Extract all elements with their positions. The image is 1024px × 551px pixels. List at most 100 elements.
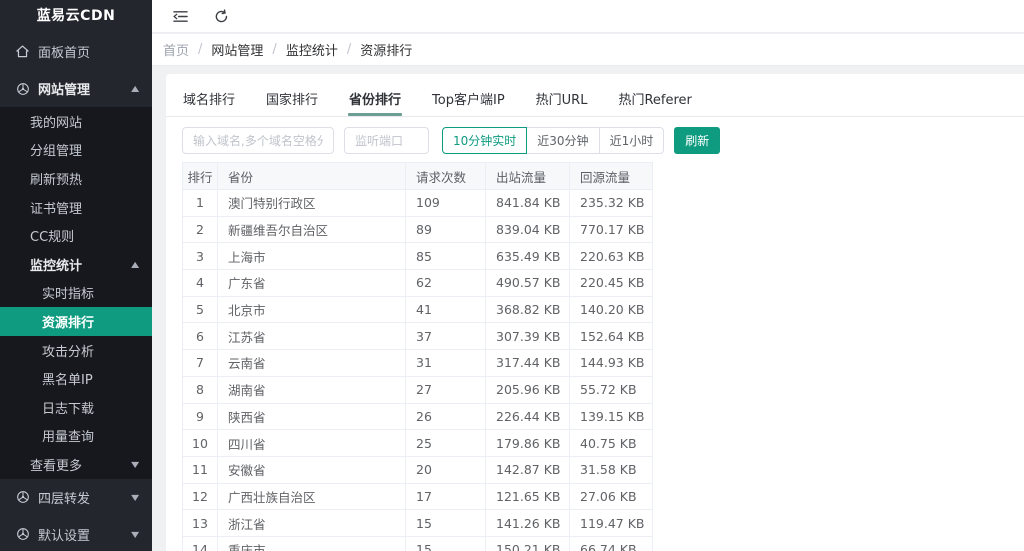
tab-域名排行[interactable]: 域名排行 xyxy=(182,88,236,116)
requests-cell: 15 xyxy=(405,509,486,537)
tabs-bar: 域名排行 国家排行 省份排行 Top客户端IP 热门URL 热门Referer xyxy=(166,88,1024,117)
origin-cell: 55.72 KB xyxy=(569,375,653,404)
sidebar-item-label: 默认设置 xyxy=(38,528,91,544)
requests-cell: 37 xyxy=(405,322,486,351)
province-cell: 重庆市 xyxy=(217,535,406,551)
home-icon xyxy=(15,44,30,59)
rank-cell: 5 xyxy=(182,295,218,324)
sidebar-item-分组管理[interactable]: 分组管理 xyxy=(0,135,152,165)
requests-cell: 27 xyxy=(405,375,486,404)
chevron-down-icon: ▼ xyxy=(130,529,139,539)
sidebar-item-网站管理[interactable]: 网站管理 ▲ xyxy=(0,70,152,107)
province-cell: 北京市 xyxy=(217,295,406,324)
sidebar-item-label: 四层转发 xyxy=(38,491,91,507)
sidebar: 蓝易云CDN 面板首页 网站管理 ▲ 我的网站 分组管理 刷新预热 证书管理 CC规则 监控统计… xyxy=(0,0,152,551)
sidebar-item-刷新预热[interactable]: 刷新预热 xyxy=(0,164,152,193)
rank-cell: 13 xyxy=(182,509,218,537)
egress-cell: 307.39 KB xyxy=(485,322,570,351)
origin-cell: 235.32 KB xyxy=(569,189,653,217)
tab-省份排行[interactable]: 省份排行 xyxy=(348,88,403,116)
sidebar-item-实时指标[interactable]: 实时指标 xyxy=(0,278,152,308)
rank-cell: 4 xyxy=(182,269,218,297)
origin-cell: 119.47 KB xyxy=(569,509,653,537)
table-body: 1 澳门特别行政区 109 841.84 KB 235.32 KB 2 新疆维吾尔自治区 89… xyxy=(182,189,653,551)
sidebar-item-资源排行[interactable]: 资源排行 xyxy=(0,307,152,336)
app-title: 蓝易云CDN xyxy=(36,8,116,24)
requests-cell: 41 xyxy=(405,295,486,324)
rank-cell: 6 xyxy=(182,322,218,351)
rank-cell: 10 xyxy=(182,429,218,457)
origin-cell: 152.64 KB xyxy=(569,322,653,351)
table-row: 1 澳门特别行政区 109 841.84 KB 235.32 KB xyxy=(182,189,653,217)
table-row: 14 重庆市 15 150.21 KB 66.74 KB xyxy=(182,535,653,551)
rank-cell: 14 xyxy=(182,535,218,551)
tab-热门Referer[interactable]: 热门Referer xyxy=(617,88,692,116)
rank-cell: 9 xyxy=(182,402,218,431)
table-row: 6 江苏省 37 307.39 KB 152.64 KB xyxy=(182,322,653,351)
time-button-10分钟实时[interactable]: 10分钟实时 xyxy=(442,127,528,154)
sidebar-item-我的网站[interactable]: 我的网站 xyxy=(0,107,152,136)
requests-cell: 25 xyxy=(405,429,486,457)
table-row: 8 湖南省 27 205.96 KB 55.72 KB xyxy=(182,375,653,404)
sidebar-item-label: 黑名单IP xyxy=(42,373,93,389)
table-row: 11 安徽省 20 142.87 KB 31.58 KB xyxy=(182,455,653,484)
rank-cell: 12 xyxy=(182,482,218,511)
chevron-up-icon: ▲ xyxy=(130,84,139,93)
rank-cell: 3 xyxy=(182,242,218,271)
breadcrumb-item-资源排行[interactable]: 资源排行 xyxy=(360,40,412,59)
refresh-button[interactable]: 刷新 xyxy=(674,127,721,154)
tabs: 域名排行 国家排行 省份排行 Top客户端IP 热门URL 热门Referer xyxy=(182,88,1008,116)
content-card: 域名排行 国家排行 省份排行 Top客户端IP 热门URL 热门Referer 10分钟实… xyxy=(166,74,1024,551)
origin-cell: 220.45 KB xyxy=(569,269,653,297)
sidebar-item-用量查询[interactable]: 用量查询 xyxy=(0,421,152,451)
requests-cell: 89 xyxy=(405,215,486,244)
breadcrumb-item-监控统计[interactable]: 监控统计 xyxy=(286,40,338,59)
sidebar-item-查看更多[interactable]: 查看更多 ▼ xyxy=(0,450,152,479)
sidebar-item-证书管理[interactable]: 证书管理 xyxy=(0,192,152,222)
sidebar-item-CC规则[interactable]: CC规则 xyxy=(0,221,152,250)
egress-cell: 490.57 KB xyxy=(485,269,570,297)
collapse-menu-icon[interactable] xyxy=(172,8,189,25)
tab-热门URL[interactable]: 热门URL xyxy=(535,88,589,116)
province-cell: 新疆维吾尔自治区 xyxy=(217,215,406,244)
tab-Top客户端IP[interactable]: Top客户端IP xyxy=(431,88,506,116)
province-cell: 江苏省 xyxy=(217,322,406,351)
time-button-近30分钟[interactable]: 近30分钟 xyxy=(526,127,600,154)
breadcrumb-separator: / xyxy=(198,42,203,57)
filter-row: 10分钟实时近30分钟近1小时 刷新 xyxy=(182,127,1008,154)
rank-cell: 7 xyxy=(182,349,218,377)
port-input[interactable] xyxy=(344,127,429,154)
table-row: 2 新疆维吾尔自治区 89 839.04 KB 770.17 KB xyxy=(182,215,653,244)
time-button-近1小时[interactable]: 近1小时 xyxy=(598,127,665,154)
breadcrumb-item-网站管理[interactable]: 网站管理 xyxy=(211,40,263,59)
sidebar-item-label: 分组管理 xyxy=(30,144,83,160)
rank-cell: 11 xyxy=(182,455,218,484)
sidebar-item-攻击分析[interactable]: 攻击分析 xyxy=(0,335,152,365)
cube-icon xyxy=(15,490,30,505)
origin-cell: 66.74 KB xyxy=(569,535,653,551)
tab-国家排行[interactable]: 国家排行 xyxy=(265,88,319,116)
sidebar-item-label: 监控统计 xyxy=(30,258,83,274)
breadcrumb-separator: / xyxy=(346,42,352,57)
breadcrumb-item-首页[interactable]: 首页 xyxy=(163,40,189,59)
table-row: 12 广西壮族自治区 17 121.65 KB 27.06 KB xyxy=(182,482,653,511)
origin-cell: 144.93 KB xyxy=(569,349,653,377)
sidebar-item-黑名单IP[interactable]: 黑名单IP xyxy=(0,364,152,393)
egress-cell: 841.84 KB xyxy=(485,189,570,217)
sidebar-item-日志下载[interactable]: 日志下载 xyxy=(0,392,152,422)
table-row: 10 四川省 25 179.86 KB 40.75 KB xyxy=(182,429,653,457)
column-header-省份: 省份 xyxy=(217,162,406,190)
sidebar-item-监控统计[interactable]: 监控统计 ▲ xyxy=(0,249,152,279)
refresh-icon[interactable] xyxy=(213,8,230,25)
domain-input[interactable] xyxy=(182,127,334,154)
requests-cell: 15 xyxy=(405,535,486,551)
chevron-down-icon: ▼ xyxy=(130,492,139,502)
sidebar-item-面板首页[interactable]: 面板首页 xyxy=(0,33,152,70)
requests-cell: 85 xyxy=(405,242,486,271)
requests-cell: 62 xyxy=(405,269,486,297)
sidebar-item-默认设置[interactable]: 默认设置 ▼ xyxy=(0,516,152,551)
sidebar-item-四层转发[interactable]: 四层转发 ▼ xyxy=(0,479,152,516)
sidebar-item-label: 攻击分析 xyxy=(42,344,95,360)
egress-cell: 121.65 KB xyxy=(485,482,570,511)
province-cell: 陕西省 xyxy=(217,402,406,431)
